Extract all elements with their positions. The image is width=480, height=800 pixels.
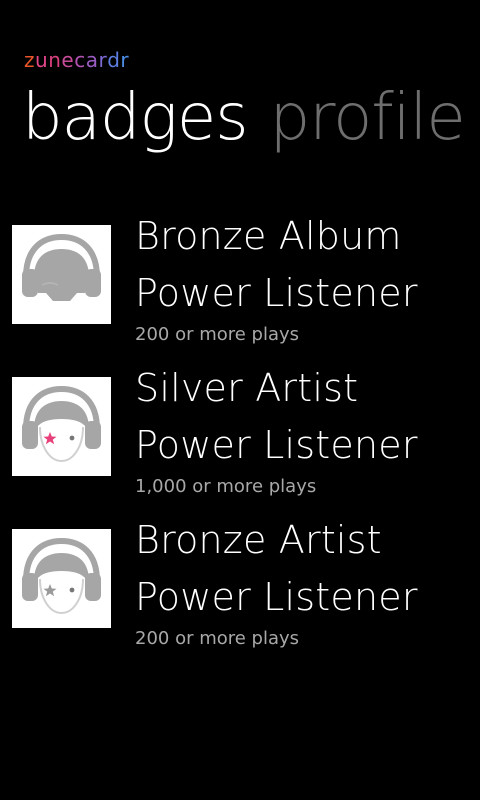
headphones-no-face-icon <box>22 233 101 301</box>
badge-text: Silver Artist Power Listener 1,000 or mo… <box>135 360 475 498</box>
badge-item[interactable]: Silver Artist Power Listener 1,000 or mo… <box>0 360 480 512</box>
badge-subtitle: 1,000 or more plays <box>135 476 317 497</box>
app-title-letter: r <box>98 48 108 72</box>
badge-item[interactable]: Bronze Artist Power Listener 200 or more… <box>0 512 480 664</box>
badge-thumbnail <box>12 225 111 324</box>
badge-subtitle: 200 or more plays <box>135 628 300 649</box>
pivot-tab-profile[interactable]: profile <box>270 78 466 158</box>
badge-list: Bronze Album Power Listener 200 or more … <box>0 208 480 664</box>
badge-text: Bronze Album Power Listener 200 or more … <box>135 208 475 346</box>
badge-text: Bronze Artist Power Listener 200 or more… <box>135 512 475 650</box>
badge-title-line1: Bronze Album <box>135 214 402 258</box>
headphones-gray-star-icon <box>22 537 101 615</box>
pivot-header-bar: badges profile <box>22 78 480 158</box>
app-title-letter: c <box>74 48 86 72</box>
badge-item[interactable]: Bronze Album Power Listener 200 or more … <box>0 208 480 360</box>
app-title-letter: e <box>61 48 75 72</box>
app-title-letter: r <box>120 48 130 72</box>
badge-title-line2: Power Listener <box>135 575 418 619</box>
badge-title-line2: Power Listener <box>135 271 418 315</box>
app-title-letter: u <box>35 48 49 72</box>
badge-subtitle: 200 or more plays <box>135 324 300 345</box>
pivot-tab-badges[interactable]: badges <box>22 78 249 158</box>
app-title-letter: z <box>24 48 35 72</box>
headphones-pink-star-icon <box>22 385 101 463</box>
app-title-letter: n <box>48 48 62 72</box>
badge-title-line1: Silver Artist <box>135 366 359 410</box>
app-title: zunecardr <box>24 48 129 72</box>
badge-title-line2: Power Listener <box>135 423 418 467</box>
app-title-letter: a <box>85 48 99 72</box>
badge-thumbnail <box>12 529 111 628</box>
app-title-letter: d <box>107 48 121 72</box>
badge-thumbnail <box>12 377 111 476</box>
badge-title-line1: Bronze Artist <box>135 518 382 562</box>
